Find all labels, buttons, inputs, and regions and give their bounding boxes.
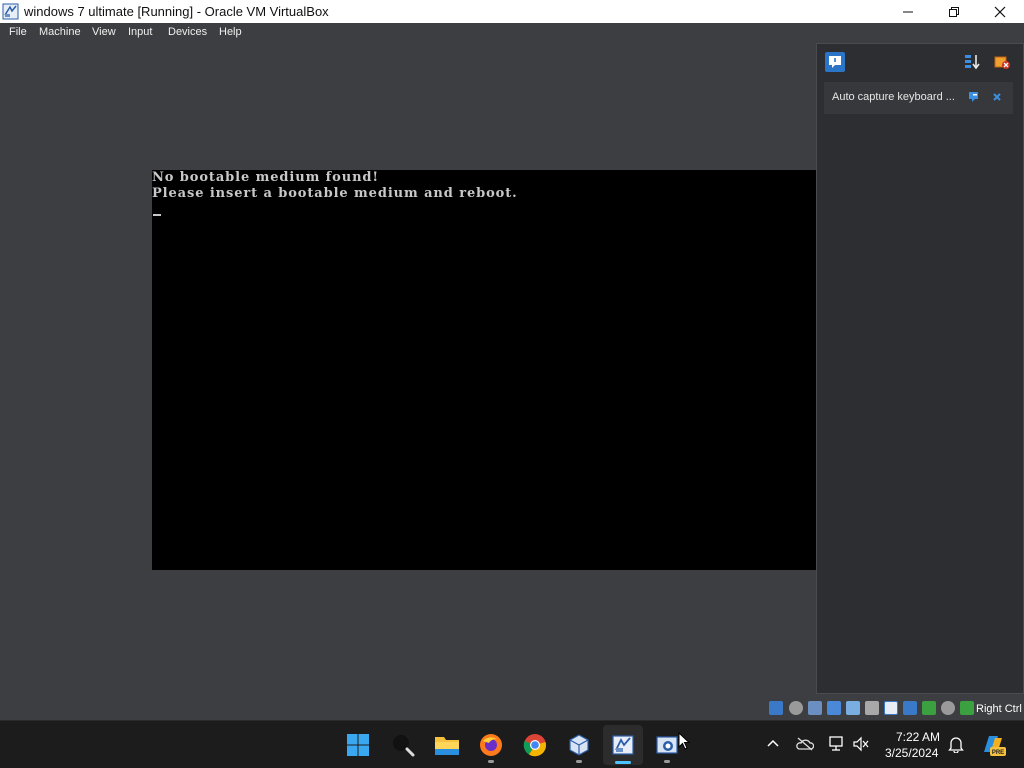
menu-input[interactable]: Input [128,26,152,38]
running-indicator [488,760,494,763]
virtualbox-manager-button[interactable] [559,725,599,765]
file-explorer-button[interactable] [427,725,467,765]
onedrive-icon[interactable] [796,735,814,753]
volume-icon[interactable] [852,735,870,753]
suppress-messages-icon[interactable] [993,53,1011,71]
virtualbox-vm-icon [612,735,634,755]
sort-icon[interactable] [963,53,981,71]
start-icon [347,734,369,756]
bell-icon[interactable] [947,735,965,753]
usb-icon[interactable] [846,701,860,715]
clock-time[interactable]: 7:22 AM [896,730,940,744]
minimize-button[interactable] [885,0,931,23]
network-icon[interactable] [827,735,845,753]
menu-file[interactable]: File [9,26,27,38]
menu-bar: File Machine View Input Devices Help [0,23,1024,43]
help-icon[interactable] [967,90,981,104]
text-cursor [153,214,161,216]
window-title: windows 7 ultimate [Running] - Oracle VM… [24,4,329,19]
file-explorer-icon [435,737,459,755]
copilot-icon[interactable]: PRE [980,732,1006,758]
firefox-button[interactable] [471,725,511,765]
optical-drive-icon[interactable] [789,701,803,715]
virtualbox-vm2-icon [656,736,678,754]
mouse-pointer-icon [678,732,690,750]
chrome-button[interactable] [515,725,555,765]
keyboard-icon[interactable] [960,701,974,715]
virtualbox-vm-button[interactable] [603,725,643,765]
menu-machine[interactable]: Machine [39,26,81,38]
display-icon[interactable] [884,701,898,715]
search-icon [393,735,415,757]
notification-center-icon[interactable] [825,52,845,72]
firefox-icon [480,734,502,756]
hard-disk-icon[interactable] [769,701,783,715]
vm-status-bar: Right Ctrl [0,698,1024,720]
notification-center-panel: Auto capture keyboard ... [816,43,1024,694]
title-bar[interactable]: windows 7 ultimate [Running] - Oracle VM… [0,0,1024,23]
chevron-up-icon[interactable] [764,735,782,753]
notice-text: Auto capture keyboard ... [832,91,955,103]
copilot-badge-text: PRE [992,750,1004,756]
close-button[interactable] [977,0,1023,23]
menu-devices[interactable]: Devices [168,26,207,38]
shared-folders-icon[interactable] [865,701,879,715]
close-icon [994,6,1006,17]
clock-date[interactable]: 3/25/2024 [885,746,938,760]
recording-icon[interactable] [903,701,917,715]
vt-x-icon[interactable] [922,701,936,715]
active-indicator [615,761,631,764]
search-button[interactable] [383,725,423,765]
close-icon[interactable] [990,90,1004,104]
taskbar: 7:22 AM 3/25/2024 PRE [0,720,1024,768]
boot-instruction-line: Please insert a bootable medium and rebo… [152,186,518,201]
virtualbox-manager-icon [569,734,589,756]
start-button[interactable] [338,725,378,765]
chrome-icon [523,734,547,757]
maximize-button[interactable] [931,0,977,23]
host-key-label: Right Ctrl [976,703,1022,715]
running-indicator [664,760,670,763]
guest-display[interactable]: No bootable medium found! Please insert … [152,170,816,570]
network-icon[interactable] [827,701,841,715]
running-indicator [576,760,582,763]
virtualbox-app-icon [2,3,19,20]
mouse-integration-icon[interactable] [941,701,955,715]
restore-icon [949,6,959,17]
minimize-icon [903,11,913,12]
boot-error-line: No bootable medium found! [152,170,380,185]
menu-view[interactable]: View [92,26,116,38]
menu-help[interactable]: Help [219,26,242,38]
audio-icon[interactable] [808,701,822,715]
notice-card[interactable]: Auto capture keyboard ... [824,82,1013,114]
